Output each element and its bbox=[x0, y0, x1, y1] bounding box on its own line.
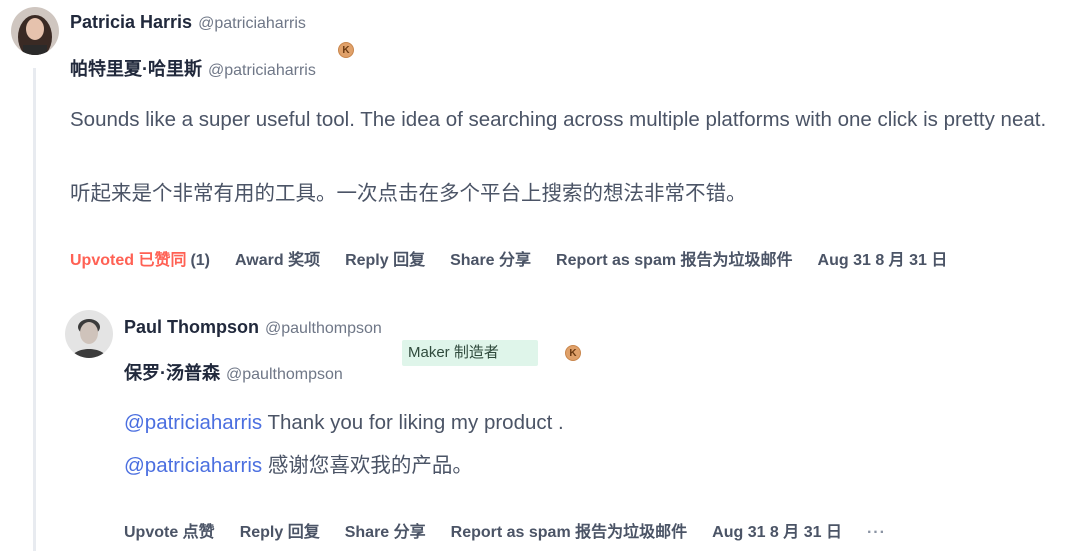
avatar-image bbox=[65, 310, 113, 358]
reply-button[interactable]: Reply 回复 bbox=[240, 518, 320, 542]
comment-body-en: Sounds like a super useful tool. The ide… bbox=[70, 108, 1047, 131]
author-name[interactable]: Patricia Harris bbox=[70, 12, 192, 32]
author-name-row: Patricia Harris @patriciaharris bbox=[70, 12, 306, 33]
reply-button[interactable]: Reply 回复 bbox=[345, 246, 425, 270]
upvote-count: (1) bbox=[190, 252, 211, 269]
author-name[interactable]: Paul Thompson bbox=[124, 317, 259, 337]
author-name-zh-row: 帕特里夏·哈里斯 @patriciaharris bbox=[70, 55, 316, 81]
author-handle-zh: @patriciaharris bbox=[208, 62, 316, 79]
author-handle[interactable]: @patriciaharris bbox=[198, 15, 306, 32]
karma-badge-icon: K bbox=[565, 345, 581, 361]
reply-text-zh: 感谢您喜欢我的产品。 bbox=[262, 454, 473, 477]
author-handle-zh: @paulthompson bbox=[226, 366, 343, 383]
reply-body-zh: @patriciaharris 感谢您喜欢我的产品。 bbox=[124, 450, 1064, 482]
upvote-button[interactable]: Upvote 点赞 bbox=[124, 518, 215, 542]
report-spam-button[interactable]: Report as spam 报告为垃圾邮件 bbox=[451, 518, 688, 542]
comment-date[interactable]: Aug 31 8 月 31 日 bbox=[818, 246, 948, 270]
avatar[interactable] bbox=[11, 7, 59, 55]
mention-link[interactable]: @patriciaharris bbox=[124, 411, 262, 434]
maker-badge: Maker 制造者 bbox=[402, 340, 538, 366]
comment-actions: Upvoted 已赞同 (1) Award 奖项 Reply 回复 Share 分享 Re… bbox=[70, 246, 972, 270]
report-spam-button[interactable]: Report as spam 报告为垃圾邮件 bbox=[556, 246, 793, 270]
thread-line bbox=[33, 68, 36, 551]
avatar-image bbox=[11, 7, 59, 55]
share-button[interactable]: Share 分享 bbox=[450, 246, 531, 270]
reply-body-en: @patriciaharris Thank you for liking my … bbox=[124, 407, 1064, 439]
author-name-zh: 帕特里夏·哈里斯 bbox=[70, 59, 202, 79]
comment-body-zh: 听起来是个非常有用的工具。一次点击在多个平台上搜索的想法非常不错。 bbox=[70, 182, 747, 205]
karma-badge-icon: K bbox=[338, 42, 354, 58]
share-button[interactable]: Share 分享 bbox=[345, 518, 426, 542]
reply-text-en: Thank you for liking my product . bbox=[262, 411, 564, 434]
more-options-icon[interactable]: ··· bbox=[867, 524, 886, 542]
author-name-zh-row: 保罗·汤普森 @paulthompson bbox=[124, 359, 343, 385]
mention-link[interactable]: @patriciaharris bbox=[124, 454, 262, 477]
author-name-zh: 保罗·汤普森 bbox=[124, 363, 220, 383]
reply-actions: Upvote 点赞 Reply 回复 Share 分享 Report as spam … bbox=[124, 518, 911, 542]
comment-date[interactable]: Aug 31 8 月 31 日 bbox=[712, 518, 842, 542]
author-handle[interactable]: @paulthompson bbox=[265, 320, 382, 337]
author-name-row: Paul Thompson @paulthompson bbox=[124, 317, 382, 338]
award-button[interactable]: Award 奖项 bbox=[235, 246, 320, 270]
upvoted-button[interactable]: Upvoted 已赞同 bbox=[70, 246, 186, 270]
avatar[interactable] bbox=[65, 310, 113, 358]
